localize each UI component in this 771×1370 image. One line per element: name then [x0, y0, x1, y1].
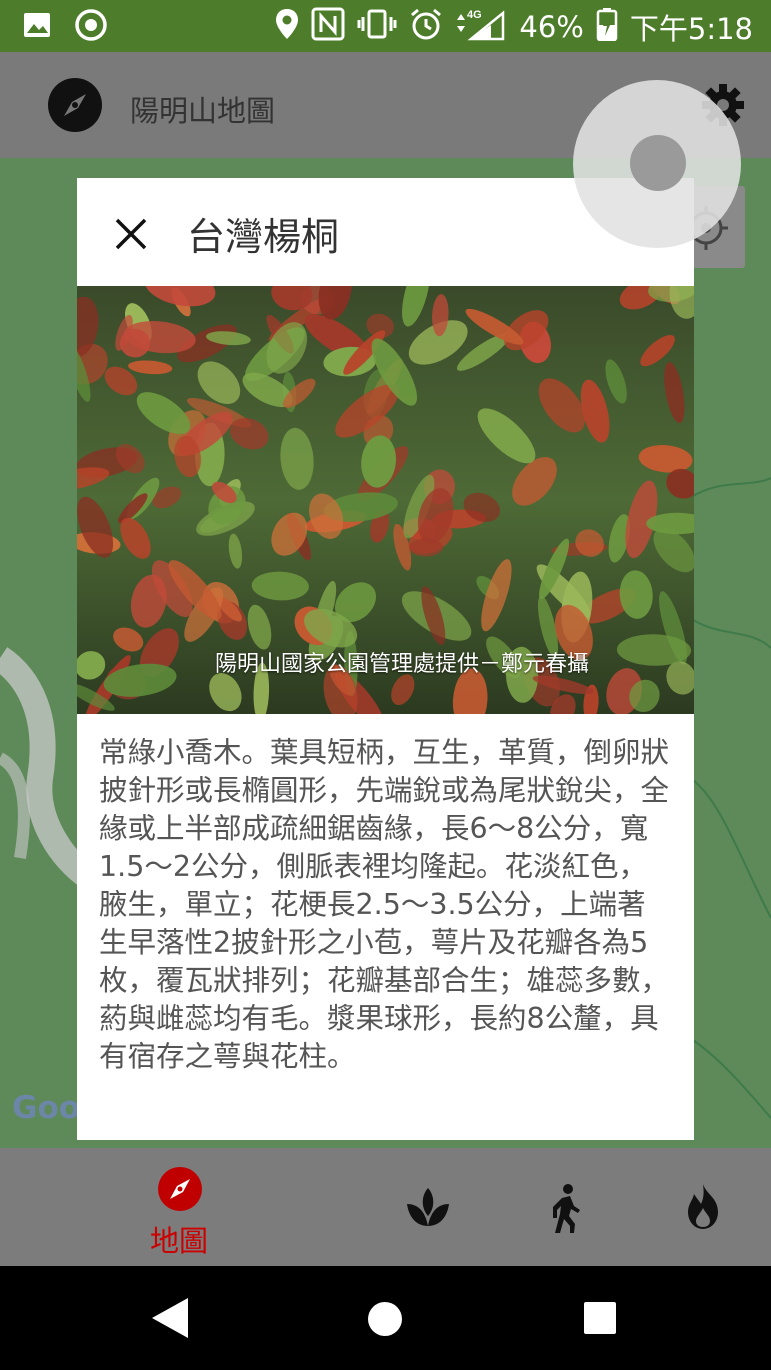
plant-description: 常綠小喬木。葉具短柄，互生，革質，倒卵狀披針形或長橢圓形，先端銳或為尾狀銳尖，全… — [99, 736, 670, 1073]
dialog-title: 台灣楊桐 — [187, 215, 340, 259]
bottom-navigation: 地圖 — [0, 1148, 771, 1266]
touch-point — [630, 135, 686, 191]
back-icon[interactable] — [150, 1296, 190, 1344]
signal-4g-icon: 4G — [455, 7, 507, 48]
app-title: 陽明山地圖 — [130, 94, 276, 128]
battery-percent: 46% — [519, 10, 584, 44]
location-icon — [275, 8, 299, 47]
home-icon[interactable] — [366, 1300, 404, 1342]
status-bar: 4G 46% 下午5:18 — [0, 0, 771, 52]
compass-icon — [48, 78, 102, 132]
nav-fire[interactable] — [684, 1182, 722, 1234]
plant-photo: 陽明山國家公園管理處提供－鄭元春攝 — [77, 286, 694, 714]
svg-text:4G: 4G — [467, 9, 482, 21]
close-icon[interactable] — [111, 214, 151, 254]
nfc-icon — [311, 7, 345, 48]
leaf-icon — [407, 1188, 449, 1226]
recents-icon[interactable] — [582, 1300, 618, 1340]
vibrate-icon — [357, 8, 397, 47]
nav-map-label: 地圖 — [150, 1224, 209, 1258]
walking-icon — [553, 1184, 580, 1233]
image-icon — [22, 10, 52, 44]
flame-icon — [688, 1184, 718, 1229]
nav-trails[interactable] — [548, 1184, 584, 1238]
clock: 下午5:18 — [629, 12, 753, 46]
google-attribution: Goo — [12, 1090, 81, 1126]
photo-caption: 陽明山國家公園管理處提供－鄭元春攝 — [215, 652, 590, 677]
nav-plants[interactable] — [405, 1186, 451, 1236]
system-navigation-bar — [0, 1266, 771, 1370]
nav-map[interactable] — [157, 1166, 203, 1216]
compass-icon — [158, 1167, 202, 1211]
battery-icon — [596, 7, 618, 48]
record-icon — [74, 8, 108, 46]
plant-detail-dialog: 台灣楊桐 陽明山國家公園管理處提供－鄭元春攝 常綠小喬木。葉具短柄，互生，革質，… — [77, 178, 694, 1140]
alarm-icon — [409, 7, 443, 48]
